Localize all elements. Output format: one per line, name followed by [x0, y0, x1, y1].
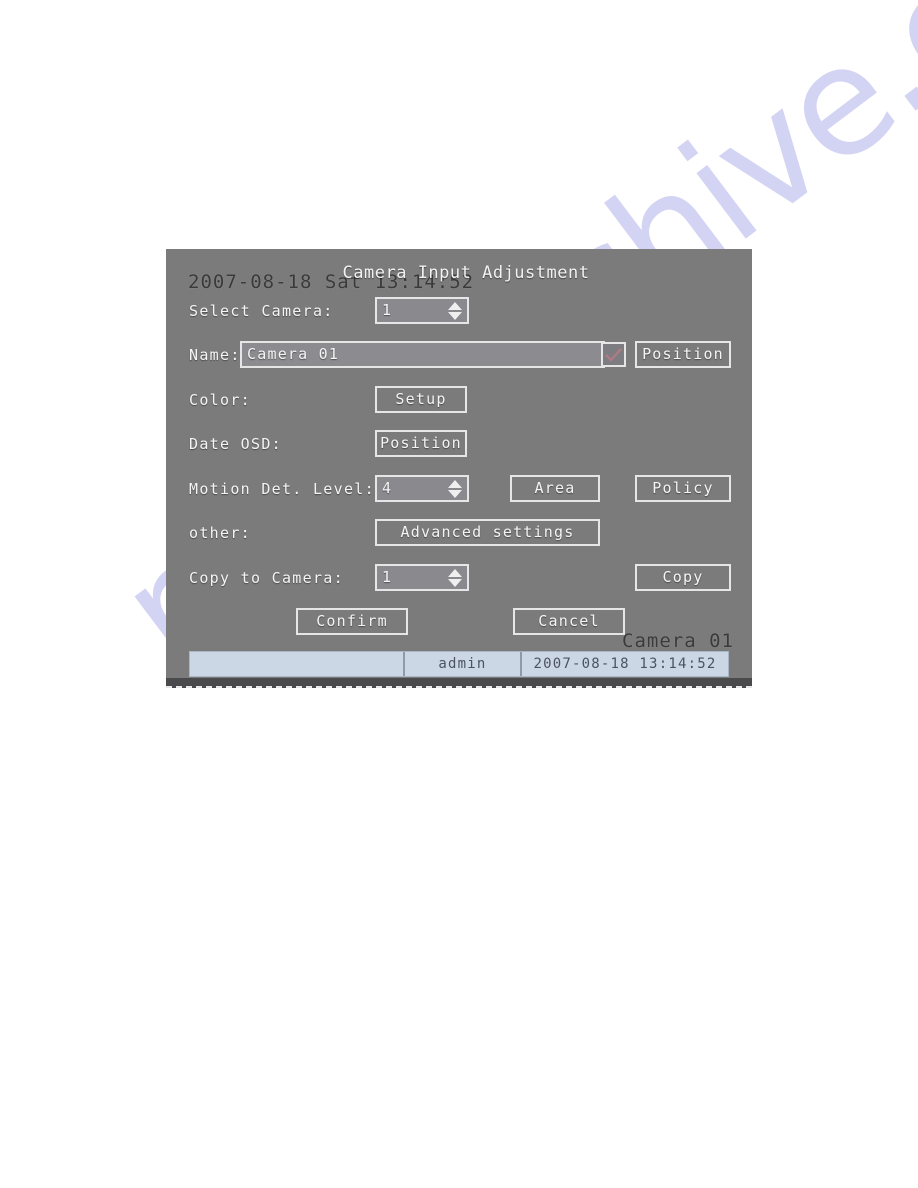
spinner-arrows-icon[interactable]	[447, 567, 463, 588]
screen-bottom-band	[166, 678, 752, 688]
spinner-arrows-icon[interactable]	[447, 478, 463, 499]
copy-label: Copy	[662, 568, 704, 586]
motion-policy-button[interactable]: Policy	[635, 475, 731, 502]
select-camera-label: Select Camera:	[189, 302, 334, 320]
row-other: other: Advanced settings	[166, 519, 752, 547]
row-copy-to-camera: Copy to Camera: 1 Copy	[166, 564, 752, 592]
row-dialog-actions: Confirm Cancel	[166, 608, 752, 636]
select-camera-value: 1	[382, 301, 393, 319]
camera-name-label: Name:	[189, 346, 241, 364]
copy-to-camera-label: Copy to Camera:	[189, 569, 344, 587]
dvr-camera-input-adjustment-dialog: 2007-08-18 Sat 13:14:52 Camera Input Adj…	[166, 249, 752, 688]
cancel-button[interactable]: Cancel	[513, 608, 625, 635]
row-color: Color: Setup	[166, 386, 752, 414]
advanced-settings-button[interactable]: Advanced settings	[375, 519, 600, 546]
copy-to-camera-spinner[interactable]: 1	[375, 564, 469, 591]
motion-policy-label: Policy	[652, 479, 714, 497]
advanced-settings-label: Advanced settings	[400, 523, 575, 541]
color-setup-button[interactable]: Setup	[375, 386, 467, 413]
motion-det-level-label: Motion Det. Level:	[189, 480, 375, 498]
name-position-button[interactable]: Position	[635, 341, 731, 368]
dialog-title: Camera Input Adjustment	[342, 263, 590, 283]
motion-det-level-value: 4	[382, 479, 393, 497]
row-date-osd: Date OSD: Position	[166, 430, 752, 458]
name-position-label: Position	[642, 345, 724, 363]
confirm-label: Confirm	[316, 612, 388, 630]
motion-area-button[interactable]: Area	[510, 475, 600, 502]
motion-area-label: Area	[534, 479, 576, 497]
row-select-camera: Select Camera: 1	[166, 297, 752, 325]
copy-button[interactable]: Copy	[635, 564, 731, 591]
row-motion-detection: Motion Det. Level: 4 Area Policy	[166, 475, 752, 503]
status-bar-user: admin	[438, 656, 487, 672]
checkmark-icon	[605, 347, 622, 362]
camera-name-value: Camera 01	[247, 345, 340, 363]
copy-to-camera-value: 1	[382, 568, 393, 586]
color-label: Color:	[189, 391, 251, 409]
status-bar-blank-cell	[190, 652, 405, 676]
camera-name-input[interactable]: Camera 01	[240, 341, 605, 368]
motion-det-level-spinner[interactable]: 4	[375, 475, 469, 502]
row-camera-name: Name: Camera 01 Position	[166, 341, 752, 369]
name-display-checkbox[interactable]	[601, 342, 626, 367]
confirm-button[interactable]: Confirm	[296, 608, 408, 635]
date-osd-position-label: Position	[380, 434, 462, 452]
status-bar-timestamp: 2007-08-18 13:14:52	[520, 652, 728, 676]
cancel-label: Cancel	[538, 612, 600, 630]
status-bar: admin 2007-08-18 13:14:52	[189, 651, 729, 677]
select-camera-spinner[interactable]: 1	[375, 297, 469, 324]
color-setup-label: Setup	[395, 390, 447, 408]
date-osd-position-button[interactable]: Position	[375, 430, 467, 457]
spinner-arrows-icon[interactable]	[447, 300, 463, 321]
other-label: other:	[189, 524, 251, 542]
date-osd-label: Date OSD:	[189, 435, 282, 453]
